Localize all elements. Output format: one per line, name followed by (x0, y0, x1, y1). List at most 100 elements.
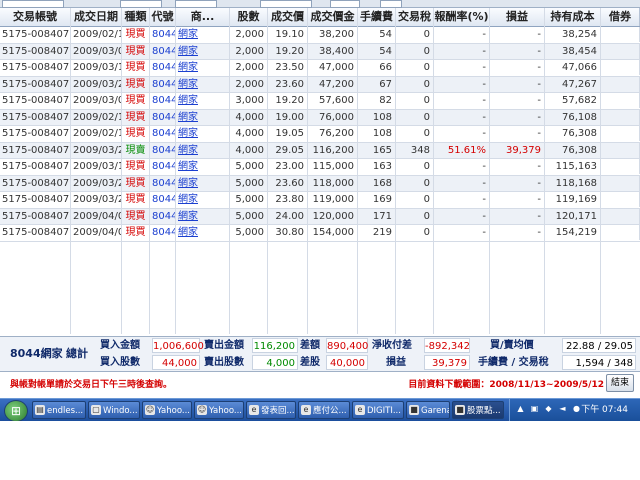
taskbar-button-label: 應付公... (313, 406, 347, 416)
table-row[interactable]: 5175-00840732009/03/23現買8044網家2,00023.60… (0, 76, 640, 93)
table-row[interactable]: 5175-00840732009/03/25現買8044網家5,00023.80… (0, 192, 640, 209)
cell-fee: 169 (358, 192, 396, 207)
toggle-button[interactable] (380, 0, 402, 8)
col-amount[interactable]: 成交價金 (308, 8, 358, 26)
footer-bar: 與帳對帳單請於交易日下午三時後查詢。 目前資料下載範圍：2008/11/13~2… (0, 372, 640, 394)
cell-lend (601, 43, 640, 59)
col-return[interactable]: 報酬率(%) (434, 8, 490, 26)
taskbar-button[interactable]: ☺ Yahoo... (142, 401, 192, 419)
cell-return: - (434, 159, 490, 174)
col-type[interactable]: 種類 (122, 8, 150, 26)
date-from-field[interactable] (120, 0, 162, 8)
table-row[interactable]: 5175-00840732009/03/18現買8044網家2,00023.50… (0, 60, 640, 77)
cell-code: 8044 (152, 225, 176, 240)
taskbar-button[interactable]: ▤ endles... (32, 401, 86, 419)
cell-fee: 171 (358, 208, 396, 224)
cell-account: 5175-0084073 (2, 93, 71, 108)
network-icon[interactable]: ▣ (530, 404, 539, 414)
col-pl[interactable]: 損益 (490, 8, 545, 26)
table-row[interactable]: 5175-00840732009/02/19現買8044網家4,00019.05… (0, 126, 640, 143)
cell-type: 現買 (122, 159, 150, 174)
cell-fee: 219 (358, 225, 396, 240)
cell-name[interactable]: 網家 (176, 142, 230, 158)
cell-name[interactable]: 網家 (176, 175, 230, 191)
cell-name[interactable]: 網家 (176, 109, 230, 125)
messenger-icon: ☺ (197, 405, 207, 415)
pl-value: 39,379 (424, 355, 470, 370)
cell-name[interactable]: 網家 (176, 225, 230, 240)
query-button[interactable] (330, 0, 360, 8)
table-row[interactable]: 5175-00840732009/03/03現買8044網家3,00019.20… (0, 93, 640, 110)
taskbar-button[interactable]: e DIGITI... (352, 401, 404, 419)
volume-icon[interactable]: ◄ (558, 404, 567, 414)
cell-name[interactable]: 網家 (176, 208, 230, 224)
cell-fee: 54 (358, 27, 396, 42)
security-icon[interactable]: ◆ (544, 404, 553, 414)
cell-pl: - (490, 159, 545, 174)
cell-return: - (434, 192, 490, 207)
cell-name[interactable]: 網家 (176, 60, 230, 75)
cell-cost: 115,163 (545, 159, 601, 174)
cell-account: 5175-0084073 (2, 60, 71, 75)
table-row[interactable]: 5175-00840732009/04/08現買8044網家5,00030.80… (0, 225, 640, 242)
cell-amount: 76,200 (308, 126, 358, 141)
cell-shares: 4,000 (230, 142, 268, 158)
col-fee[interactable]: 手續費 (358, 8, 396, 26)
cell-name[interactable]: 網家 (176, 192, 230, 207)
date-to-field[interactable] (175, 0, 217, 8)
system-tray: ▲ ▣ ◆ ◄ ● 下午 07:44 (509, 399, 640, 421)
cell-account: 5175-0084073 (2, 109, 71, 125)
col-tax[interactable]: 交易稅 (396, 8, 434, 26)
cell-name[interactable]: 網家 (176, 27, 230, 42)
taskbar-button[interactable]: ☺ Yahoo... (194, 401, 244, 419)
taskbar-button[interactable]: ■ Garena (406, 401, 450, 419)
cell-amount: 38,400 (308, 43, 358, 59)
buy-shares-label: 買入股數 (100, 357, 140, 368)
col-account[interactable]: 交易帳號 (0, 8, 71, 26)
taskbar-button[interactable]: e 應付公... (298, 401, 350, 419)
cell-fee: 66 (358, 60, 396, 75)
cell-pl: - (490, 43, 545, 59)
cell-name[interactable]: 網家 (176, 126, 230, 141)
clock[interactable]: 下午 07:44 (581, 399, 628, 421)
start-button[interactable]: ⊞ (4, 400, 28, 422)
cell-name[interactable]: 網家 (176, 76, 230, 92)
table-row[interactable]: 5175-00840732009/03/23現買8044網家5,00023.60… (0, 175, 640, 192)
table-row[interactable]: 5175-00840732009/04/01現買8044網家5,00024.00… (0, 208, 640, 225)
col-price[interactable]: 成交價 (268, 8, 308, 26)
taskbar-button[interactable]: e 發表回... (246, 401, 296, 419)
table-row[interactable]: 5175-00840732009/03/05現買8044網家2,00019.20… (0, 43, 640, 60)
cell-fee: 108 (358, 126, 396, 141)
table-row[interactable]: 5175-00840732009/03/27現賣8044網家4,00029.05… (0, 142, 640, 159)
account-dropdown[interactable] (2, 0, 64, 8)
col-date[interactable]: 成交日期 (71, 8, 122, 26)
col-lend[interactable]: 借券 (601, 8, 640, 26)
cell-account: 5175-0084073 (2, 76, 71, 92)
cell-pl: - (490, 192, 545, 207)
tray-arrow-icon[interactable]: ▲ (516, 404, 525, 414)
cell-name[interactable]: 網家 (176, 43, 230, 59)
col-cost[interactable]: 持有成本 (545, 8, 601, 26)
taskbar-button[interactable]: ▢ Windo... (88, 401, 140, 419)
cell-account: 5175-0084073 (2, 192, 71, 207)
cell-shares: 2,000 (230, 76, 268, 92)
cell-name[interactable]: 網家 (176, 159, 230, 174)
cell-tax: 0 (396, 27, 434, 42)
cell-name[interactable]: 網家 (176, 93, 230, 108)
table-row[interactable]: 5175-00840732009/03/13現買8044網家5,00023.00… (0, 159, 640, 176)
taskbar-button[interactable]: ■ 股票點... (452, 401, 504, 419)
col-name[interactable]: 商... (176, 8, 230, 26)
cell-tax: 0 (396, 109, 434, 125)
col-code[interactable]: 代號 (150, 8, 176, 26)
close-button[interactable]: 結束 (606, 374, 634, 392)
cell-cost: 47,267 (545, 76, 601, 92)
col-shares[interactable]: 股數 (230, 8, 268, 26)
buy-amount-value: 1,006,600 (152, 338, 204, 353)
cell-lend (601, 159, 640, 174)
update-icon[interactable]: ● (572, 404, 581, 414)
cell-fee: 165 (358, 142, 396, 158)
table-row[interactable]: 5175-00840732009/02/19現買8044網家2,00019.10… (0, 27, 640, 44)
cell-return: - (434, 109, 490, 125)
stock-filter-field[interactable] (260, 0, 312, 8)
table-row[interactable]: 5175-00840732009/02/19現買8044網家4,00019.00… (0, 109, 640, 126)
